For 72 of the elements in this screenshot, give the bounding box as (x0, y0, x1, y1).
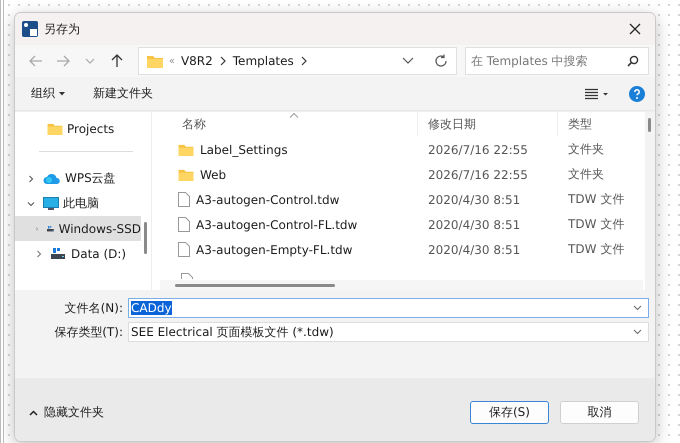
file-name[interactable]: Label_Settings (160, 142, 418, 156)
chevron-up-icon (29, 410, 38, 416)
tree-item[interactable]: Windows-SSD (15, 216, 141, 241)
column-header[interactable]: 修改日期 (418, 112, 558, 136)
modified-date: 2026/7/16 22:55 (427, 168, 529, 182)
file-name[interactable]: A3-autogen-Control-FL.tdw (160, 217, 418, 232)
filename-label: 文件名(N): (64, 300, 124, 316)
document-icon (178, 242, 190, 257)
tree-item[interactable]: WPS云盘 (15, 166, 141, 191)
folder-icon (146, 54, 163, 68)
expanded-icon[interactable] (27, 200, 35, 208)
back-arrow-icon (29, 54, 44, 68)
up-arrow-icon (110, 54, 124, 68)
file-type: 文件夹 (567, 166, 605, 183)
file-name[interactable]: A3-autogen-Control.tdw (160, 192, 418, 207)
chevron-down-icon (84, 56, 95, 66)
folder-icon (47, 122, 63, 135)
breadcrumb[interactable]: Templates (232, 54, 294, 68)
scrollbar-thumb[interactable] (648, 118, 651, 132)
modified-date: 2020/4/30 8:51 (427, 192, 522, 206)
modified-date: 2020/4/30 8:51 (427, 242, 522, 256)
folder-icon (178, 168, 194, 181)
sort-icon (288, 113, 298, 118)
file-name[interactable]: Web (160, 168, 418, 182)
modified-date: 2026/7/16 22:55 (427, 142, 529, 156)
list-view-icon (585, 88, 609, 100)
file-type: 文件夹 (567, 141, 605, 158)
column-header[interactable]: 名称 (160, 112, 418, 136)
cloud-icon (43, 172, 61, 185)
close-icon (629, 23, 641, 35)
chevron-icon (218, 56, 227, 66)
overflow-icon (168, 58, 175, 64)
document-icon (178, 192, 190, 207)
forward-arrow-icon (56, 54, 70, 68)
drive-icon (51, 248, 67, 260)
column-header[interactable]: 类型 (558, 112, 630, 136)
breadcrumb[interactable]: V8R2 (180, 54, 213, 68)
tree-item[interactable]: Data (D:) (15, 241, 141, 266)
collapsed-icon[interactable] (35, 250, 43, 258)
file-type-dropdown[interactable]: SEE Electrical 页面模板文件 (*.tdw) (128, 322, 649, 342)
window-title: 另存为 (44, 20, 81, 38)
help-icon[interactable] (629, 86, 645, 102)
file-type: TDW 文件 (567, 191, 626, 208)
filename-field[interactable]: CADdy (128, 298, 649, 318)
monitor-icon (43, 196, 59, 210)
search-field[interactable]: 在 Templates 中搜索 (464, 47, 649, 75)
folder-icon (178, 143, 194, 156)
file-name[interactable]: A3-autogen-Empty-FL.tdw (160, 242, 418, 257)
collapsed-icon[interactable] (27, 174, 35, 182)
dropdown-icon[interactable] (402, 56, 414, 66)
modified-date: 2020/4/30 8:51 (427, 218, 522, 232)
file-type: TDW 文件 (567, 241, 626, 258)
sidebar-item[interactable]: Projects (15, 116, 141, 141)
document-icon (178, 217, 190, 232)
address-bar[interactable]: V8R2 Templates (138, 47, 457, 75)
file-type: TDW 文件 (567, 216, 626, 233)
save-button[interactable]: 保存(S) (470, 401, 549, 424)
scrollbar-thumb[interactable] (175, 284, 335, 287)
file-type-label: 保存类型(T): (53, 324, 124, 340)
refresh-icon[interactable] (434, 54, 448, 68)
app-icon (22, 21, 38, 37)
chevron-icon (300, 56, 308, 66)
dropdown-icon (633, 305, 642, 311)
new-folder-button[interactable]: 新建文件夹 (85, 81, 161, 106)
cancel-button[interactable]: 取消 (560, 401, 639, 424)
caret-icon (59, 92, 65, 96)
search-icon (626, 55, 639, 67)
scrollbar-thumb[interactable] (144, 222, 147, 254)
tree-item[interactable]: 此电脑 (15, 191, 141, 216)
organize-menu[interactable]: 组织 (23, 81, 73, 106)
hide-folders-button[interactable]: 隐藏文件夹 (23, 403, 110, 422)
dropdown-icon (633, 329, 642, 335)
